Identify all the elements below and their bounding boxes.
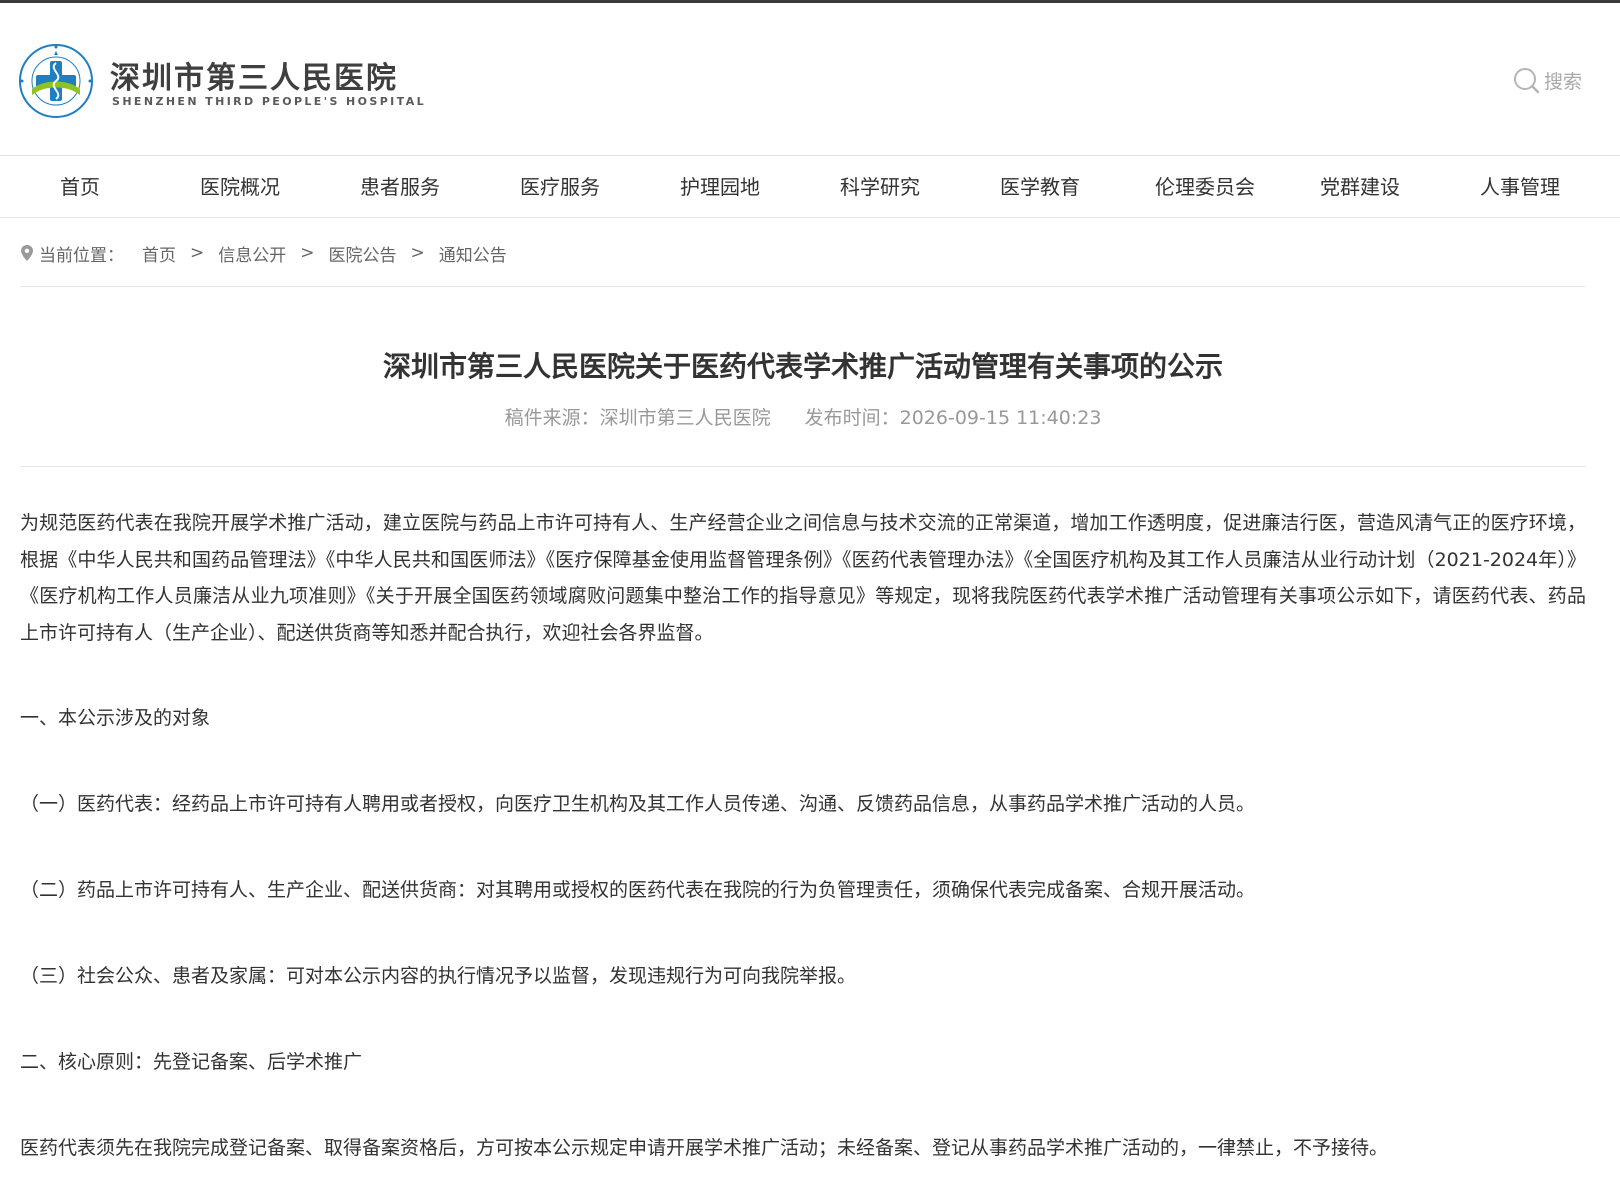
main-nav: 首页 医院概况 患者服务 医疗服务 护理园地 科学研究 医学教育 伦理委员会 党…	[0, 155, 1620, 218]
nav-item-party-building[interactable]: 党群建设	[1305, 156, 1415, 218]
principle-paragraph: 医药代表须先在我院完成登记备案、取得备案资格后，方可按本公示规定申请开展学术推广…	[20, 1137, 1389, 1159]
nav-item-hospital-overview[interactable]: 医院概况	[185, 156, 295, 218]
nav-item-education[interactable]: 医学教育	[985, 156, 1095, 218]
location-pin-icon	[21, 245, 33, 261]
logo-chinese-name: 深圳市第三人民医院	[110, 61, 398, 96]
article-source: 稿件来源：深圳市第三人民医院	[504, 407, 771, 429]
search-icon	[1514, 68, 1540, 94]
breadcrumb: 当前位置： 首页 > 信息公开 > 医院公告 > 通知公告	[20, 240, 507, 266]
breadcrumb-separator: >	[190, 243, 205, 263]
breadcrumb-divider	[20, 286, 1586, 287]
hospital-emblem-icon	[19, 44, 93, 118]
breadcrumb-hospital-announcements[interactable]: 医院公告	[329, 241, 397, 266]
list-item: （二）药品上市许可持有人、生产企业、配送供货商：对其聘用或授权的医药代表在我院的…	[20, 879, 1256, 901]
nav-item-ethics-committee[interactable]: 伦理委员会	[1145, 156, 1265, 218]
breadcrumb-home[interactable]: 首页	[142, 241, 176, 266]
search-button[interactable]: 搜索	[1512, 65, 1582, 95]
breadcrumb-separator: >	[300, 243, 315, 263]
site-header: 深圳市第三人民医院 SHENZHEN THIRD PEOPLE'S HOSPIT…	[0, 3, 1620, 153]
breadcrumb-separator: >	[410, 243, 425, 263]
search-label: 搜索	[1544, 70, 1583, 93]
nav-item-research[interactable]: 科学研究	[825, 156, 935, 218]
breadcrumb-info-disclosure[interactable]: 信息公开	[218, 241, 286, 266]
section-heading-1: 一、本公示涉及的对象	[20, 707, 211, 729]
nav-item-medical-services[interactable]: 医疗服务	[505, 156, 615, 218]
list-item: （三）社会公众、患者及家属：可对本公示内容的执行情况予以监督，发现违规行为可向我…	[20, 965, 857, 987]
list-item: （一）医药代表：经药品上市许可持有人聘用或者授权，向医疗卫生机构及其工作人员传递…	[20, 793, 1256, 815]
article-meta: 稿件来源：深圳市第三人民医院 发布时间：2026-09-15 11:40:23	[20, 403, 1586, 430]
breadcrumb-notices[interactable]: 通知公告	[439, 241, 507, 266]
article-intro-paragraph: 为规范医药代表在我院开展学术推广活动，建立医院与药品上市许可持有人、生产经营企业…	[20, 512, 1586, 644]
breadcrumb-label: 当前位置：	[39, 245, 124, 266]
nav-item-home[interactable]: 首页	[25, 156, 135, 218]
article-body: 为规范医药代表在我院开展学术推广活动，建立医院与药品上市许可持有人、生产经营企业…	[20, 505, 1586, 1166]
nav-item-nursing[interactable]: 护理园地	[665, 156, 775, 218]
article-title: 深圳市第三人民医院关于医药代表学术推广活动管理有关事项的公示	[382, 350, 1223, 383]
nav-item-personnel[interactable]: 人事管理	[1465, 156, 1575, 218]
article-header-divider	[20, 466, 1586, 467]
article-publish-time: 发布时间：2026-09-15 11:40:23	[804, 407, 1102, 429]
section-heading-2: 二、核心原则：先登记备案、后学术推广	[20, 1051, 363, 1073]
logo-english-name: SHENZHEN THIRD PEOPLE'S HOSPITAL	[112, 95, 427, 108]
nav-item-patient-services[interactable]: 患者服务	[345, 156, 455, 218]
hospital-logo[interactable]: 深圳市第三人民医院 SHENZHEN THIRD PEOPLE'S HOSPIT…	[18, 43, 458, 123]
